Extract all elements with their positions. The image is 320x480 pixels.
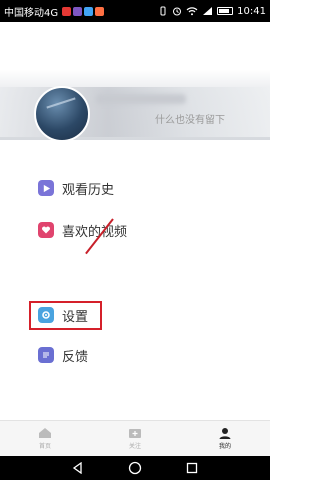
status-right: 10:41 xyxy=(158,6,266,17)
app-notification-icon xyxy=(95,6,105,16)
app-notification-icon xyxy=(62,6,72,16)
tab-home[interactable]: 首页 xyxy=(0,421,90,456)
app-notification-icon xyxy=(73,6,83,16)
avatar[interactable] xyxy=(34,86,90,140)
bottom-tab-bar: 首页 关注 我的 xyxy=(0,420,270,456)
follow-icon xyxy=(129,429,141,438)
menu-item-history[interactable]: 观看历史 xyxy=(38,177,114,199)
carrier-label: 中国移动4G xyxy=(4,7,59,19)
home-button[interactable] xyxy=(127,460,143,476)
menu-item-liked-videos[interactable]: 喜欢的视频 xyxy=(38,219,127,241)
recents-square-icon xyxy=(186,462,197,474)
vibrate-icon xyxy=(160,6,166,16)
tab-label: 首页 xyxy=(38,443,51,450)
menu-item-label: 喜欢的视频 xyxy=(62,224,128,240)
system-nav-bar xyxy=(0,456,270,480)
battery-icon xyxy=(217,7,234,15)
tab-label: 我的 xyxy=(218,443,231,450)
profile-header[interactable]: 什么也没有留下 xyxy=(0,22,270,140)
heart-icon xyxy=(38,222,54,238)
username-redacted xyxy=(96,94,186,104)
tab-follow[interactable]: 关注 xyxy=(90,421,180,456)
alarm-icon xyxy=(173,7,182,16)
back-button[interactable] xyxy=(70,460,86,476)
clock-label: 10:41 xyxy=(237,5,266,17)
menu-item-label: 观看历史 xyxy=(62,182,115,198)
menu-item-feedback[interactable]: 反馈 xyxy=(38,344,88,366)
play-icon xyxy=(38,180,54,196)
wifi-icon xyxy=(186,7,198,16)
signal-icon xyxy=(203,7,213,15)
recents-button[interactable] xyxy=(184,460,200,476)
home-icon xyxy=(39,428,51,438)
app-notification-icon xyxy=(84,6,94,16)
profile-signature: 什么也没有留下 xyxy=(155,115,225,126)
tab-label: 关注 xyxy=(128,443,141,450)
home-circle-icon xyxy=(128,461,142,475)
status-bar: 中国移动4G 10:41 xyxy=(0,0,270,22)
user-icon xyxy=(219,428,231,439)
menu-item-label: 反馈 xyxy=(62,349,89,365)
tab-mine[interactable]: 我的 xyxy=(180,421,270,456)
feedback-icon xyxy=(38,347,54,363)
notification-icons xyxy=(62,6,105,16)
highlight-box xyxy=(29,301,102,330)
back-triangle-icon xyxy=(73,462,82,474)
